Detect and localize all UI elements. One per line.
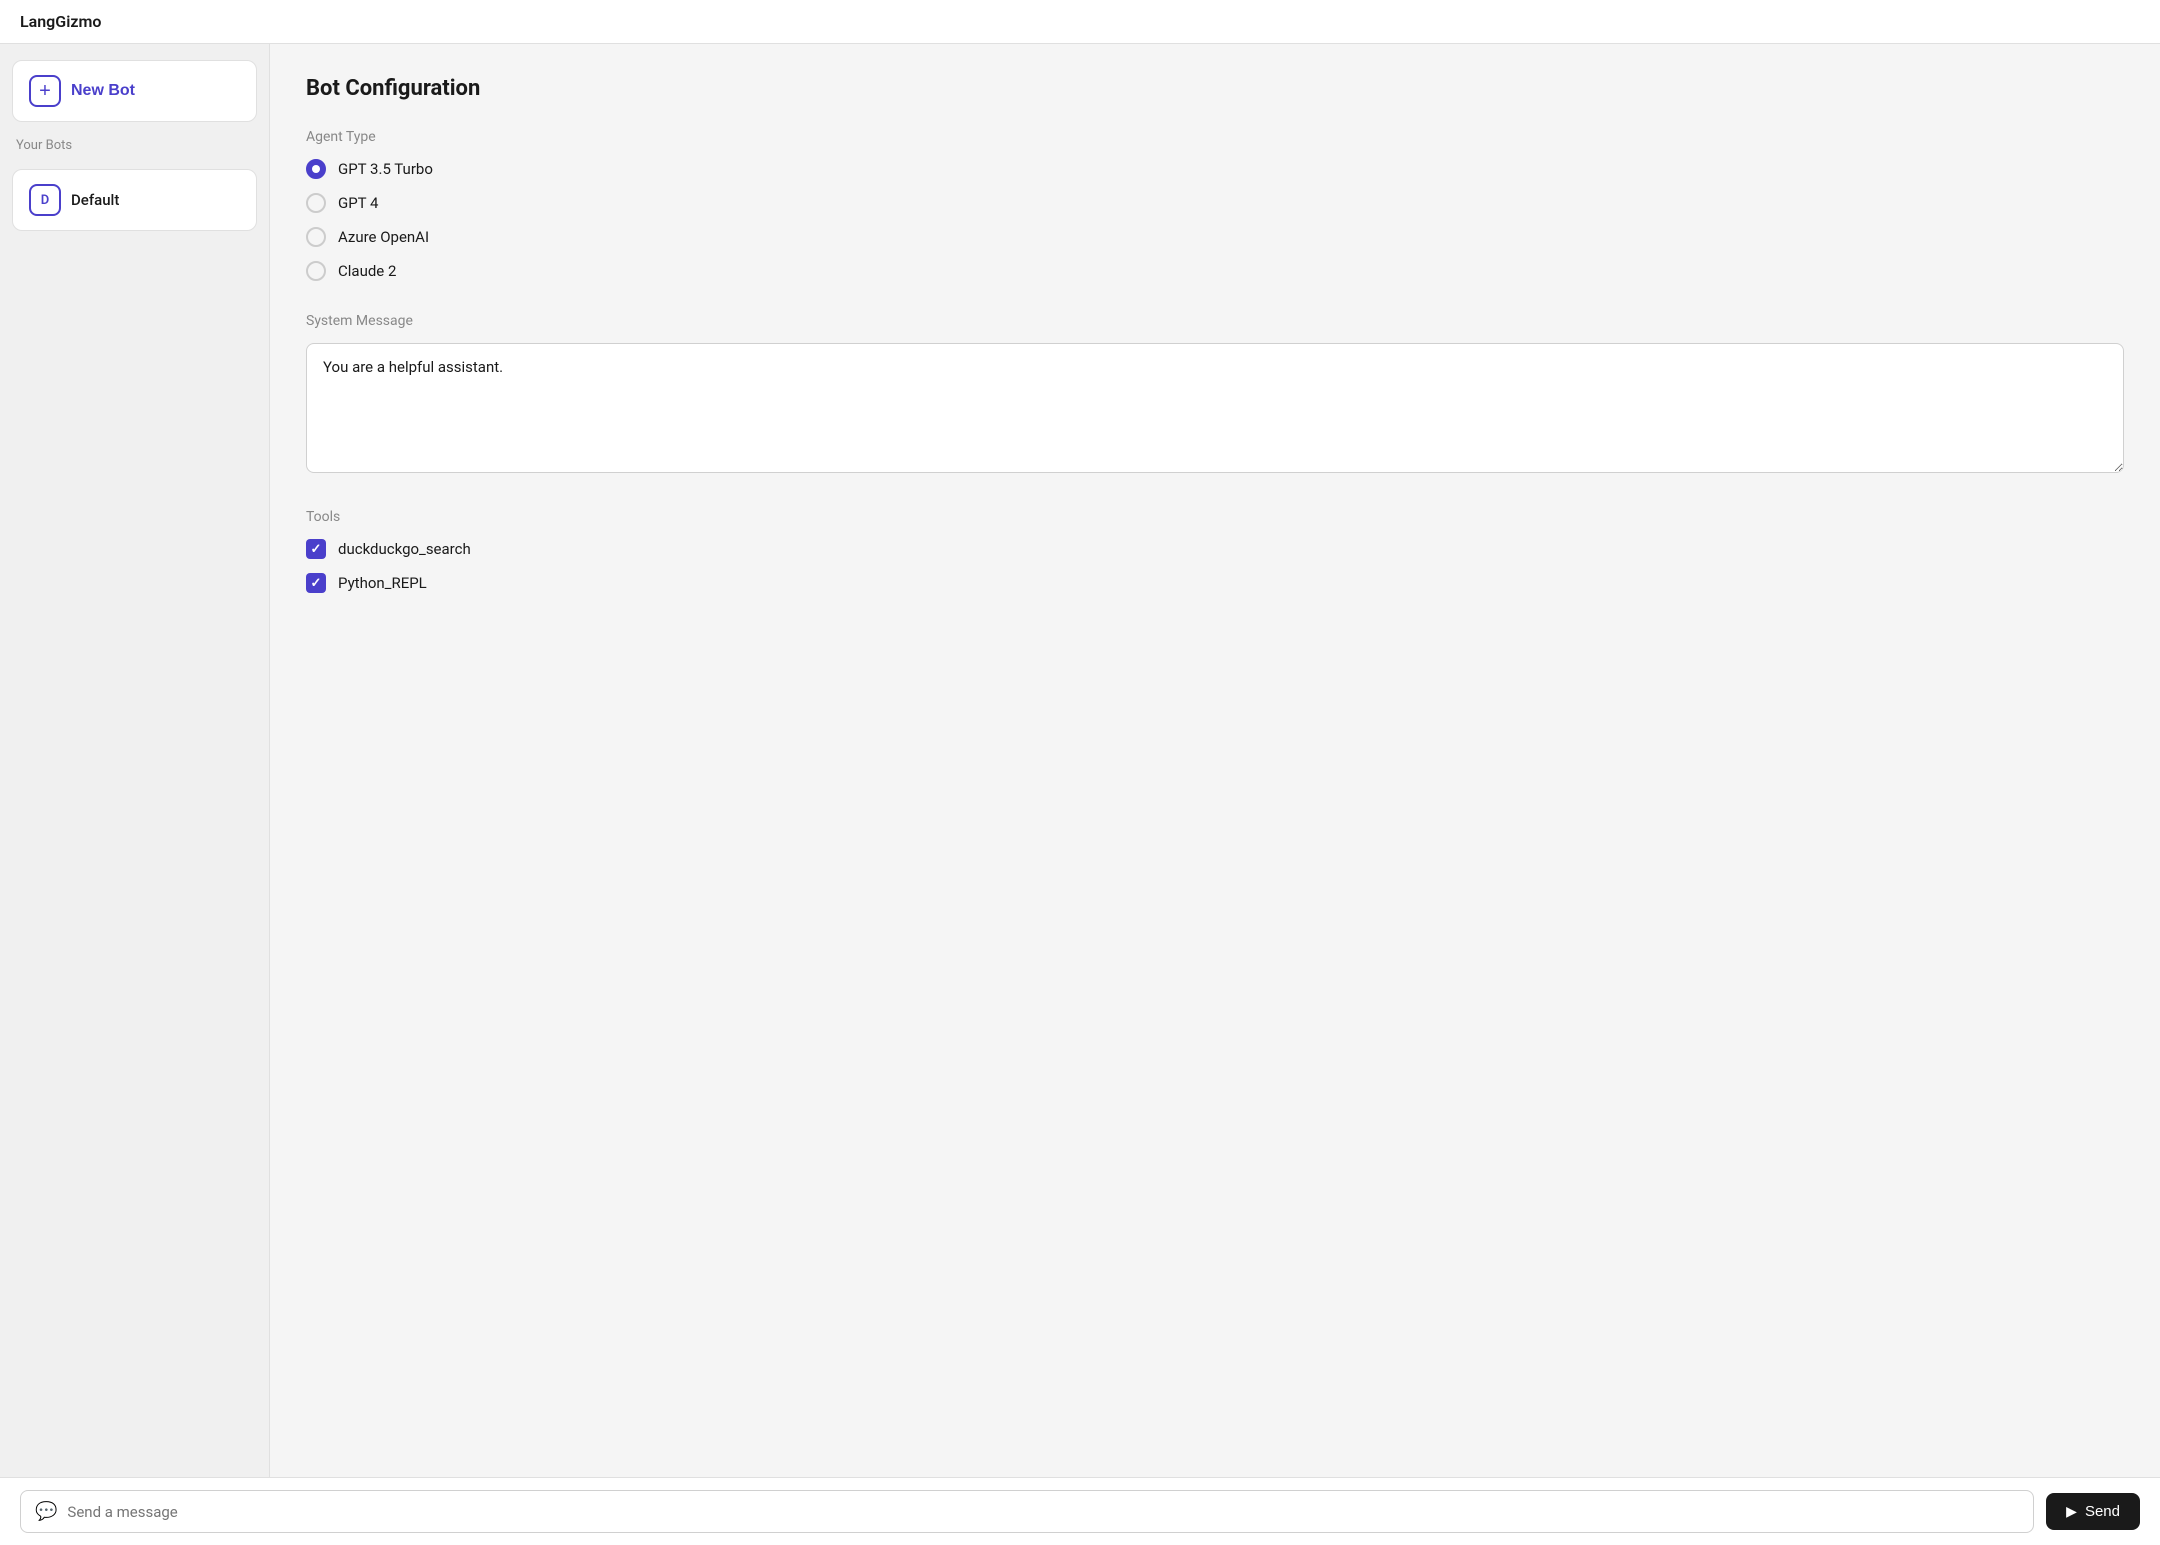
radio-circle-claude2	[306, 261, 326, 281]
chat-input-wrapper: 💬	[20, 1490, 2034, 1533]
tools-label: Tools	[306, 509, 2124, 525]
checkbox-label-python-repl: Python_REPL	[338, 574, 427, 592]
checkbox-label-duckduckgo: duckduckgo_search	[338, 540, 471, 558]
checkbox-duckduckgo[interactable]: duckduckgo_search	[306, 539, 2124, 559]
radio-claude2[interactable]: Claude 2	[306, 261, 2124, 281]
chat-bubble-icon: 💬	[35, 1501, 57, 1522]
content-area: Bot Configuration Agent Type GPT 3.5 Tur…	[270, 44, 2160, 1477]
system-message-section: System Message	[306, 313, 2124, 477]
bot-item-default[interactable]: D Default	[12, 169, 257, 231]
checkbox-box-python-repl	[306, 573, 326, 593]
radio-gpt4[interactable]: GPT 4	[306, 193, 2124, 213]
sidebar: + New Bot Your Bots D Default	[0, 44, 270, 1477]
checkbox-box-duckduckgo	[306, 539, 326, 559]
radio-circle-gpt4	[306, 193, 326, 213]
radio-circle-gpt35	[306, 159, 326, 179]
system-message-label: System Message	[306, 313, 2124, 329]
chat-footer: 💬 ▶ Send	[0, 1477, 2160, 1545]
radio-label-azure: Azure OpenAI	[338, 228, 429, 246]
radio-circle-azure	[306, 227, 326, 247]
send-arrow-icon: ▶	[2066, 1503, 2077, 1520]
radio-label-gpt4: GPT 4	[338, 194, 379, 212]
chat-input[interactable]	[67, 1503, 2019, 1521]
config-title: Bot Configuration	[306, 76, 2124, 101]
new-bot-label: New Bot	[71, 82, 135, 100]
plus-icon: +	[29, 75, 61, 107]
radio-label-claude2: Claude 2	[338, 262, 396, 280]
system-message-textarea[interactable]	[306, 343, 2124, 473]
your-bots-label: Your Bots	[12, 138, 257, 153]
agent-type-label: Agent Type	[306, 129, 2124, 145]
agent-type-radio-group: GPT 3.5 Turbo GPT 4 Azure OpenAI Claude …	[306, 159, 2124, 281]
new-bot-button[interactable]: + New Bot	[12, 60, 257, 122]
radio-azure[interactable]: Azure OpenAI	[306, 227, 2124, 247]
send-button[interactable]: ▶ Send	[2046, 1493, 2140, 1530]
bot-name-default: Default	[71, 191, 119, 209]
tools-section: Tools duckduckgo_search Python_REPL	[306, 509, 2124, 593]
app-header: LangGizmo	[0, 0, 2160, 44]
checkbox-python-repl[interactable]: Python_REPL	[306, 573, 2124, 593]
main-layout: + New Bot Your Bots D Default Bot Config…	[0, 44, 2160, 1477]
bot-avatar-default: D	[29, 184, 61, 216]
radio-gpt35[interactable]: GPT 3.5 Turbo	[306, 159, 2124, 179]
app-title: LangGizmo	[20, 12, 101, 31]
send-label: Send	[2085, 1503, 2120, 1520]
agent-type-section: Agent Type GPT 3.5 Turbo GPT 4 Azure Ope…	[306, 129, 2124, 281]
tools-checkbox-group: duckduckgo_search Python_REPL	[306, 539, 2124, 593]
radio-label-gpt35: GPT 3.5 Turbo	[338, 160, 433, 178]
